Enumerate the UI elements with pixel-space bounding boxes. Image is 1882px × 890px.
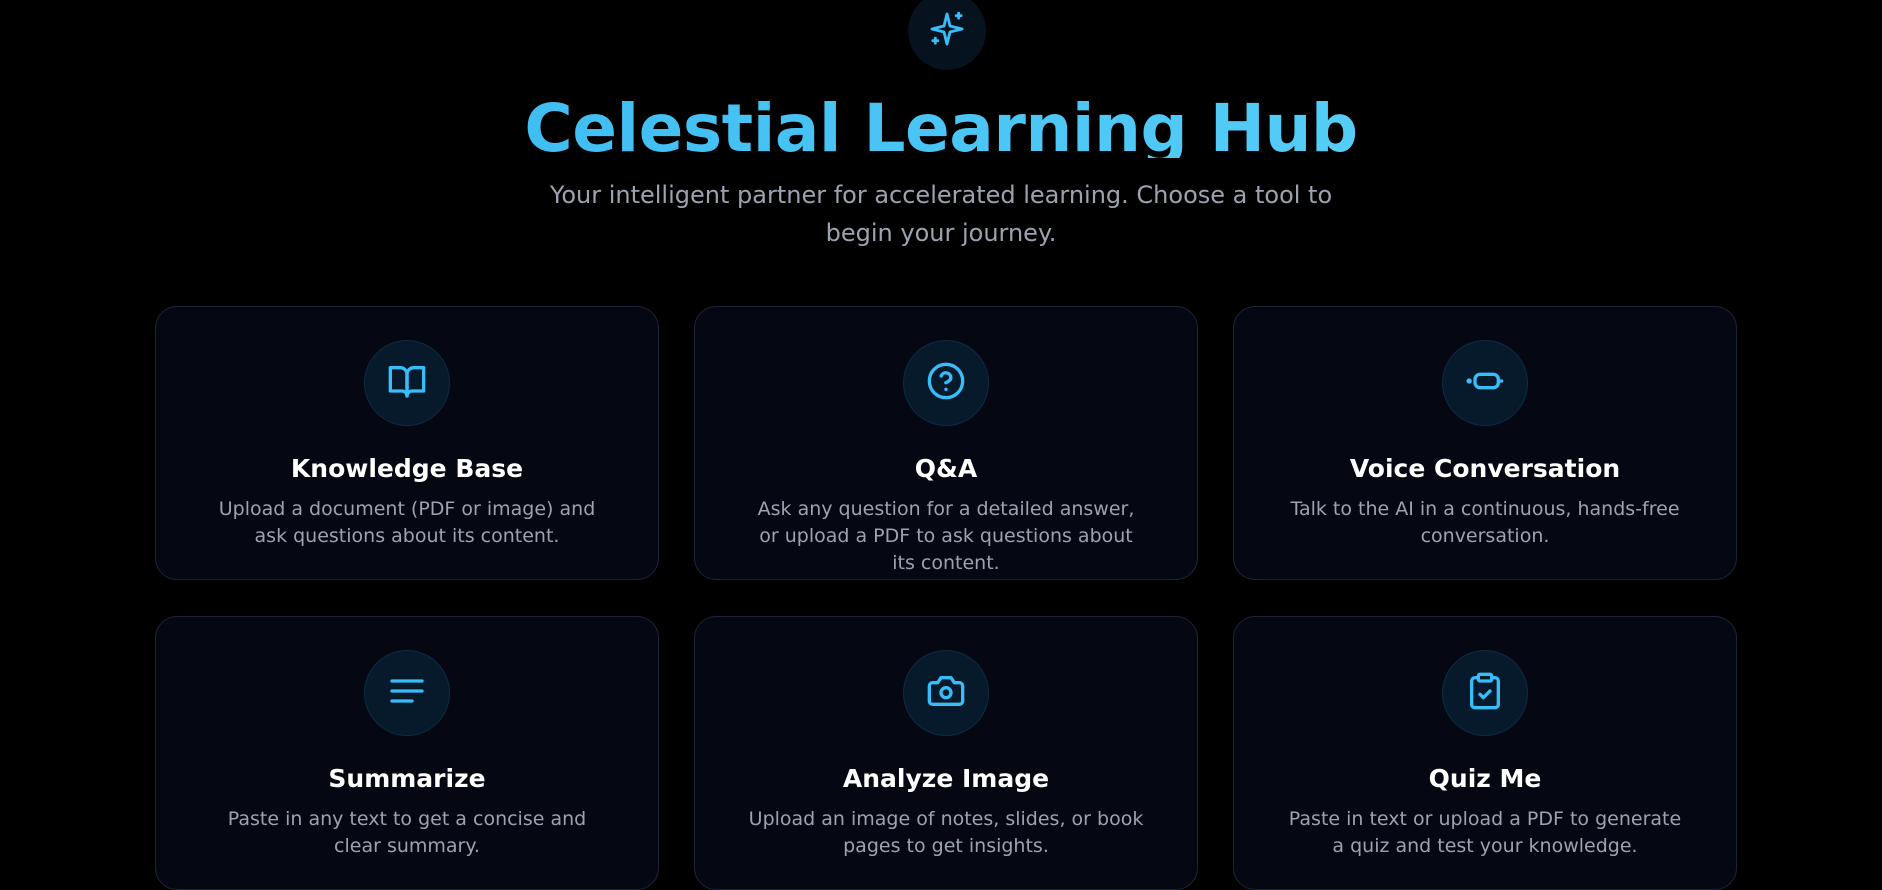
card-icon-badge (903, 650, 989, 736)
card-icon-badge (364, 340, 450, 426)
card-title: Voice Conversation (1349, 454, 1621, 483)
card-title: Q&A (914, 454, 978, 483)
card-title: Summarize (328, 764, 486, 793)
sparkles-icon (927, 9, 967, 53)
help-circle-icon (926, 361, 966, 405)
card-description: Paste in text or upload a PDF to generat… (1288, 808, 1682, 857)
page-title: Celestial Learning Hub (0, 84, 1882, 158)
tool-card-voice-conversation[interactable]: Voice Conversation Talk to the AI in a c… (1233, 306, 1737, 580)
card-description: Talk to the AI in a continuous, hands-fr… (1290, 498, 1680, 547)
card-icon-badge (903, 340, 989, 426)
page-subtitle: Your intelligent partner for accelerated… (549, 181, 1333, 247)
card-description: Paste in any text to get a concise and c… (227, 808, 587, 857)
camera-icon (926, 671, 966, 715)
card-title: Knowledge Base (290, 454, 524, 483)
card-title: Analyze Image (842, 764, 1050, 793)
card-icon-badge (364, 650, 450, 736)
clipboard-check-icon (1465, 671, 1505, 715)
tool-card-quiz-me[interactable]: Quiz Me Paste in text or upload a PDF to… (1233, 616, 1737, 890)
card-description: Ask any question for a detailed answer, … (757, 498, 1135, 574)
card-icon-badge (1442, 340, 1528, 426)
tool-card-analyze-image[interactable]: Analyze Image Upload an image of notes, … (694, 616, 1198, 890)
text-lines-icon (387, 671, 427, 715)
card-title: Quiz Me (1428, 764, 1542, 793)
tool-card-summarize[interactable]: Summarize Paste in any text to get a con… (155, 616, 659, 890)
card-description: Upload an image of notes, slides, or boo… (748, 808, 1144, 857)
tool-card-qa[interactable]: Q&A Ask any question for a detailed answ… (694, 306, 1198, 580)
hero-badge (908, 0, 986, 70)
card-icon-badge (1442, 650, 1528, 736)
voice-chat-icon (1465, 361, 1505, 405)
book-open-icon (387, 361, 427, 405)
tool-card-knowledge-base[interactable]: Knowledge Base Upload a document (PDF or… (155, 306, 659, 580)
card-description: Upload a document (PDF or image) and ask… (218, 498, 596, 547)
